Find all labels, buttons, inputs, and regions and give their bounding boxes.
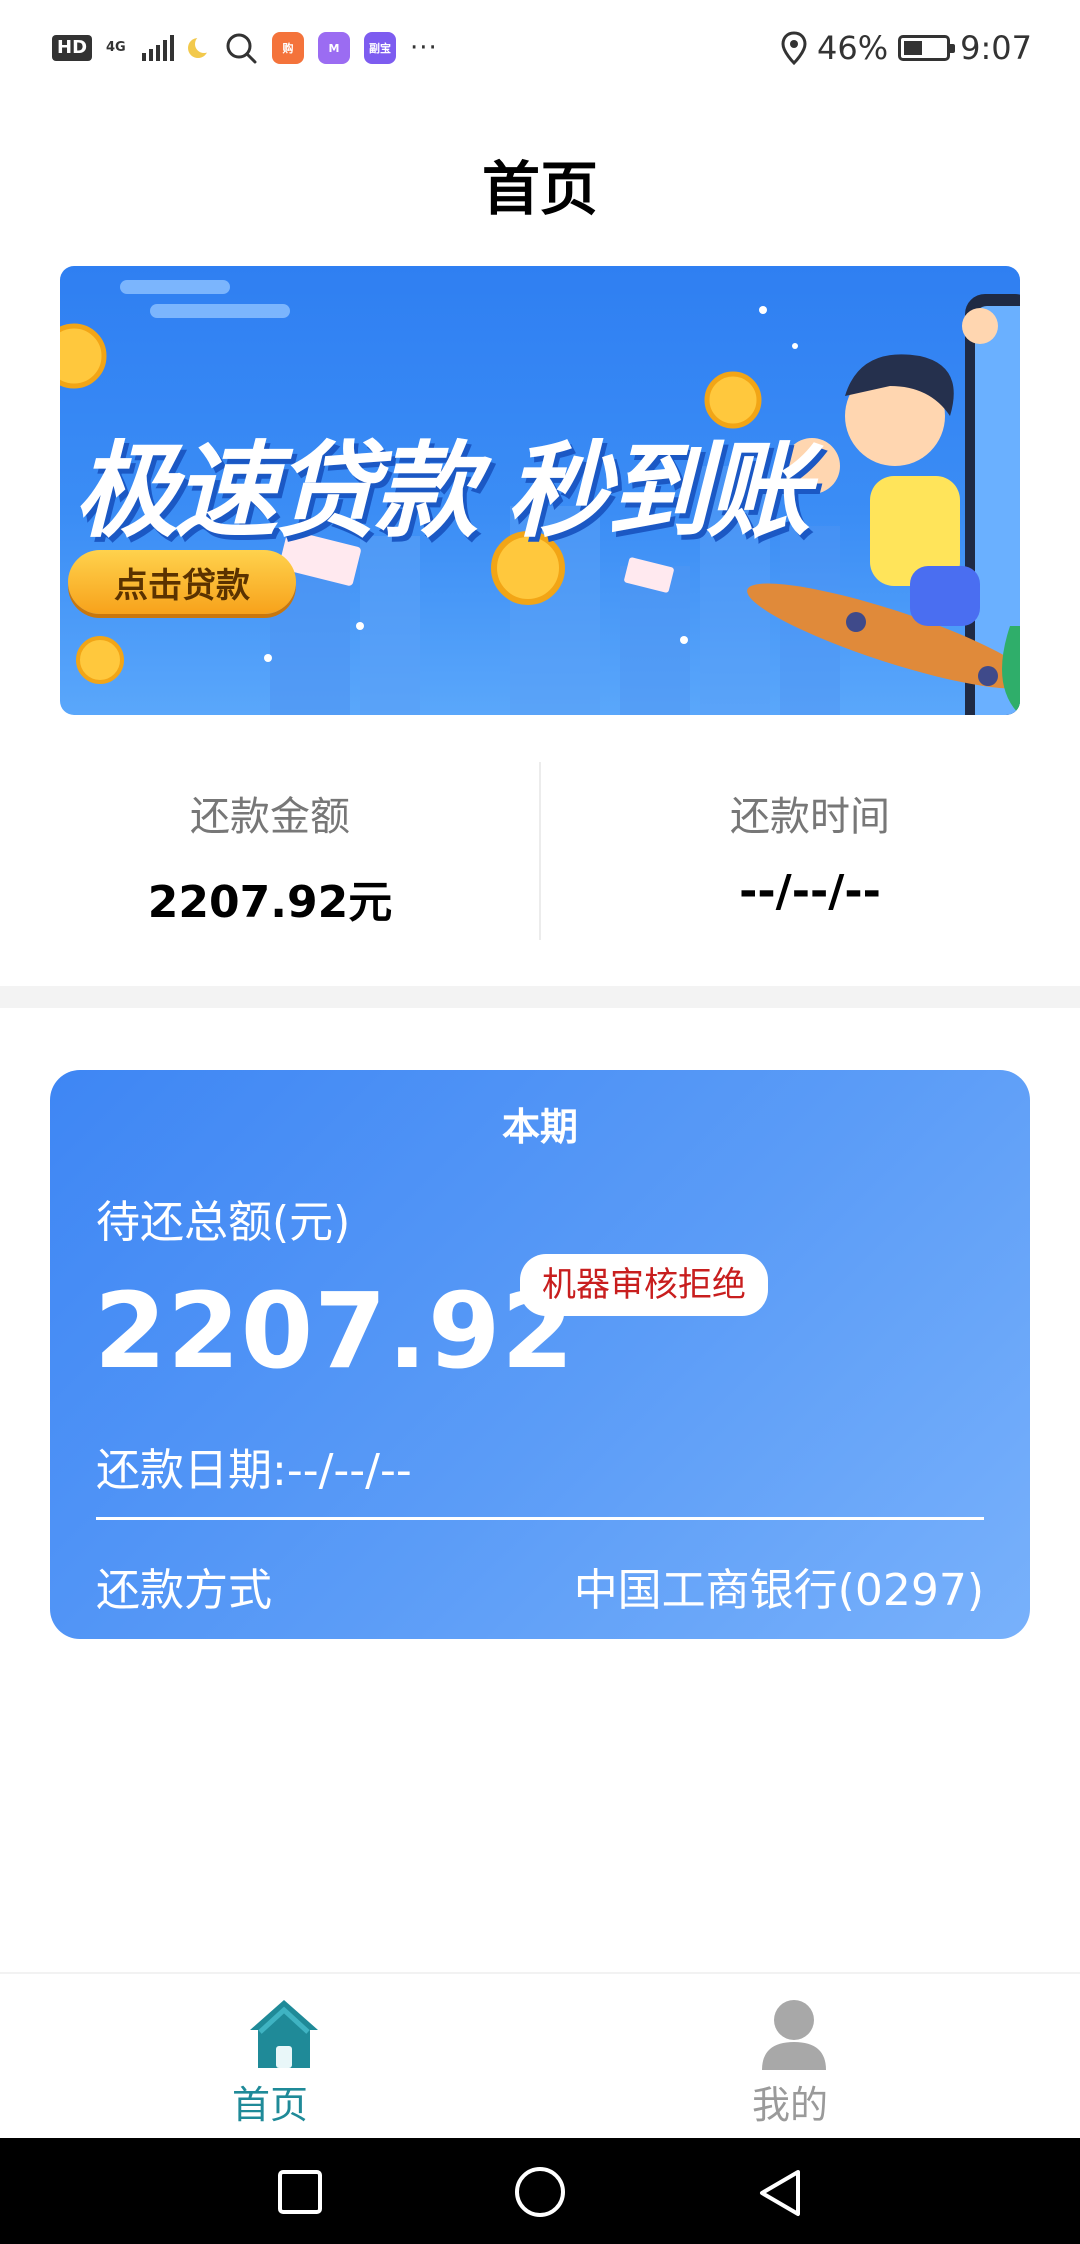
battery-percent: 46% <box>817 29 889 67</box>
amount-value: 2207.92元 <box>147 877 393 928</box>
home-icon <box>250 2000 318 2068</box>
home-circle-icon[interactable] <box>513 2165 567 2219</box>
search-icon <box>226 33 257 64</box>
tab-mine[interactable]: 我的 <box>540 1974 1080 2140</box>
tab-mine-label: 我的 <box>751 2083 828 2127</box>
repayment-summary: 还款金额 2207.92元 还款时间 --/--/-- <box>0 750 1080 940</box>
total-due-value: 2207.92 <box>94 1270 575 1392</box>
date-label: 还款时间 <box>730 794 890 840</box>
card-title: 本期 <box>501 1105 578 1149</box>
total-due-label: 待还总额(元) <box>96 1197 351 1248</box>
status-bar: HD 4G 购 M 副宝 ··· 46% 9:07 <box>0 0 1080 96</box>
banner-headline: 极速贷款 秒到账 <box>74 430 810 552</box>
shop-app-icon: 购 <box>272 32 305 64</box>
due-date: 还款日期:--/--/-- <box>96 1445 412 1496</box>
payment-method-value[interactable]: 中国工商银行(0297) <box>574 1554 984 1618</box>
apply-loan-button[interactable]: 点击贷款 <box>68 550 296 614</box>
signal-icon <box>142 35 175 61</box>
loan-banner[interactable]: 极速贷款 秒到账 点击贷款 <box>60 266 1020 715</box>
wallet-app-icon: 副宝 <box>364 32 397 64</box>
moon-icon <box>188 35 214 59</box>
date-value: --/--/-- <box>739 866 881 917</box>
m-app-icon: M <box>318 32 351 64</box>
network-type: 4G <box>106 40 126 55</box>
status-badge: 机器审核拒绝 <box>520 1254 768 1316</box>
payment-method-label: 还款方式 <box>96 1565 272 1616</box>
hd-badge: HD <box>52 35 93 61</box>
page-title: 首页 <box>481 155 598 223</box>
amount-label: 还款金额 <box>190 794 350 840</box>
card-divider <box>96 1517 984 1520</box>
section-separator <box>0 986 1080 1008</box>
user-icon <box>762 2000 826 2070</box>
tab-home[interactable]: 首页 <box>0 1974 540 2140</box>
battery-icon <box>898 35 956 61</box>
recents-icon[interactable] <box>276 2168 324 2216</box>
bottom-tab-bar: 首页 我的 <box>0 1972 1080 2140</box>
clock-time: 9:07 <box>960 29 1032 67</box>
system-navigation-bar <box>0 2138 1080 2244</box>
back-icon[interactable] <box>756 2168 804 2218</box>
more-notifications-icon: ··· <box>410 33 438 63</box>
location-icon <box>781 31 807 65</box>
current-period-card[interactable]: 本期 待还总额(元) 2207.92 机器审核拒绝 还款日期:--/--/-- … <box>50 1070 1030 1639</box>
